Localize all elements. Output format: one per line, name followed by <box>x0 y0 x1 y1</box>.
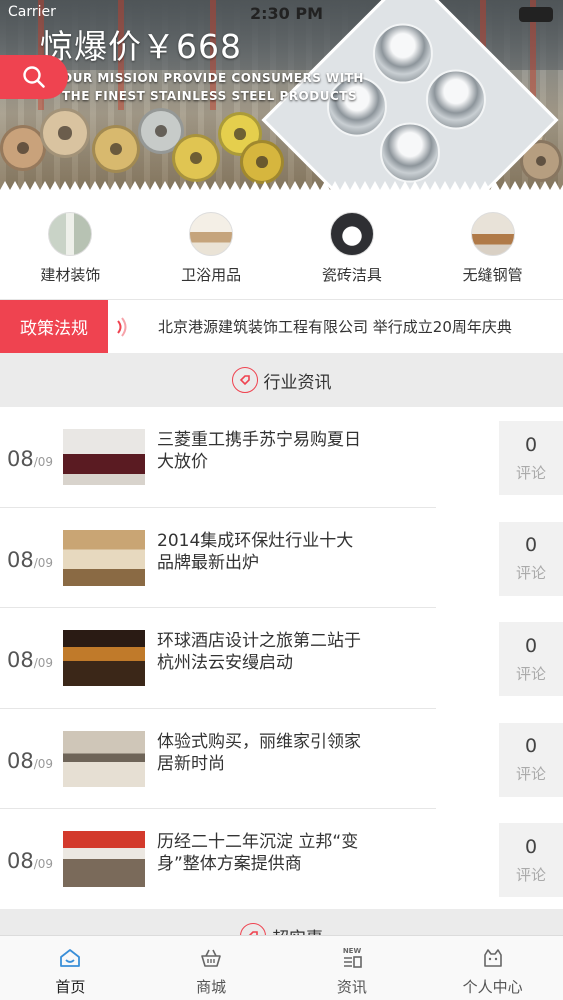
home-icon <box>56 944 84 972</box>
tab-profile[interactable]: 个人中心 <box>422 936 563 1000</box>
news-date: 08/09 <box>7 849 54 873</box>
comment-number: 0 <box>524 433 538 456</box>
news-list: 08/09 三菱重工携手苏宁易购夏日大放价 0 评论 08/09 2014集成环… <box>0 407 563 910</box>
category-building-material[interactable]: 建材装饰 <box>0 200 141 298</box>
news-date: 08/09 <box>7 748 54 773</box>
comment-label: 评论 <box>515 664 546 683</box>
news-date: 08/09 <box>7 547 54 572</box>
section-header-industry-news: 行业资讯 <box>0 353 563 407</box>
tab-label: 个人中心 <box>462 978 523 996</box>
comment-number: 0 <box>524 735 538 757</box>
news-title: 环球酒店设计之旅第二站于杭州法云安缦启动 <box>157 631 361 673</box>
battery-icon <box>519 7 553 22</box>
tab-label: 商城 <box>196 978 227 996</box>
tab-news[interactable]: NEW 资讯 <box>282 936 423 1000</box>
tab-mall[interactable]: 商城 <box>141 936 282 1000</box>
banner-subtitle: THE FINEST STAINLESS STEEL PRODUCTS <box>62 89 358 103</box>
tab-label: 首页 <box>55 978 86 996</box>
news-item[interactable]: 08/09 历经二十二年沉淀 立邦“变身”整体方案提供商 0 评论 <box>0 809 563 910</box>
profile-icon <box>479 944 507 972</box>
tab-label: 资讯 <box>336 978 367 996</box>
news-date: 08/09 <box>7 447 54 471</box>
news-icon: NEW <box>338 944 366 972</box>
category-label: 瓷砖洁具 <box>321 266 382 284</box>
status-bar: Carrier 2:30 PM <box>0 0 563 26</box>
comment-count[interactable]: 0 评论 <box>499 722 563 797</box>
news-ticker[interactable]: 政策法规 北京港源建筑装饰工程有限公司 举行成立20周年庆典 <box>0 299 563 353</box>
comment-number: 0 <box>524 835 538 858</box>
comment-number: 0 <box>524 534 538 556</box>
news-thumbnail <box>63 831 145 887</box>
comment-count[interactable]: 0 评论 <box>499 421 563 495</box>
comment-label: 评论 <box>515 765 546 783</box>
comment-label: 评论 <box>515 865 546 884</box>
carrier-label: Carrier <box>8 4 56 20</box>
ticker-headline[interactable]: 北京港源建筑装饰工程有限公司 举行成立20周年庆典 <box>158 316 512 337</box>
news-thumbnail <box>63 630 145 686</box>
news-title: 2014集成环保灶行业十大品牌最新出炉 <box>157 530 354 573</box>
banner-zigzag-edge <box>0 181 563 190</box>
ticker-tag[interactable]: 政策法规 <box>0 300 108 353</box>
news-thumbnail <box>63 429 145 485</box>
hero-banner[interactable]: 惊爆价￥668 OUR MISSION PROVIDE CONSUMERS WI… <box>0 0 563 190</box>
comment-count[interactable]: 0 评论 <box>499 823 563 897</box>
bathroom-icon <box>189 212 234 256</box>
steel-coil <box>172 134 220 182</box>
comment-label: 评论 <box>515 564 546 582</box>
tag-icon <box>231 367 258 393</box>
category-ceramic-tile[interactable]: 瓷砖洁具 <box>282 200 423 298</box>
steel-coil <box>92 125 140 173</box>
tab-home[interactable]: 首页 <box>0 936 141 1000</box>
banner-title: 惊爆价￥668 <box>40 27 242 66</box>
news-item[interactable]: 08/09 2014集成环保灶行业十大品牌最新出炉 0 评论 <box>0 508 563 608</box>
status-time: 2:30 PM <box>250 4 324 23</box>
news-item[interactable]: 08/09 体验式购买，丽维家引领家居新时尚 0 评论 <box>0 709 563 809</box>
svg-text:NEW: NEW <box>343 947 362 955</box>
category-label: 卫浴用品 <box>181 266 242 284</box>
steel-coil <box>40 108 90 158</box>
category-label: 无缝钢管 <box>462 266 523 284</box>
category-row: 建材装饰 卫浴用品 瓷砖洁具 无缝钢管 <box>0 200 563 298</box>
news-item[interactable]: 08/09 环球酒店设计之旅第二站于杭州法云安缦启动 0 评论 <box>0 608 563 709</box>
ceramic-tile-icon <box>329 212 374 256</box>
news-title: 历经二十二年沉淀 立邦“变身”整体方案提供商 <box>157 832 359 874</box>
comment-count[interactable]: 0 评论 <box>499 622 563 696</box>
basket-icon <box>197 944 225 972</box>
seamless-pipe-icon <box>470 212 515 256</box>
section-title: 行业资讯 <box>263 372 332 393</box>
news-thumbnail <box>63 730 145 787</box>
comment-label: 评论 <box>515 463 546 482</box>
comment-count[interactable]: 0 评论 <box>499 521 563 596</box>
search-button[interactable] <box>0 55 68 99</box>
news-title: 三菱重工携手苏宁易购夏日大放价 <box>157 430 361 472</box>
news-title: 体验式购买，丽维家引领家居新时尚 <box>157 731 361 774</box>
banner-subtitle: OUR MISSION PROVIDE CONSUMERS WITH <box>62 71 364 85</box>
news-item[interactable]: 08/09 三菱重工携手苏宁易购夏日大放价 0 评论 <box>0 407 563 508</box>
category-seamless-pipe[interactable]: 无缝钢管 <box>422 200 563 298</box>
comment-number: 0 <box>524 634 538 657</box>
tab-bar: 首页 商城 NEW 资讯 个人中心 <box>0 935 563 1000</box>
category-bathroom[interactable]: 卫浴用品 <box>141 200 282 298</box>
search-icon <box>23 66 45 88</box>
building-material-icon <box>48 212 93 256</box>
category-label: 建材装饰 <box>40 266 101 284</box>
news-thumbnail <box>63 529 145 586</box>
sound-wave-icon <box>117 317 127 337</box>
news-date: 08/09 <box>7 648 54 672</box>
